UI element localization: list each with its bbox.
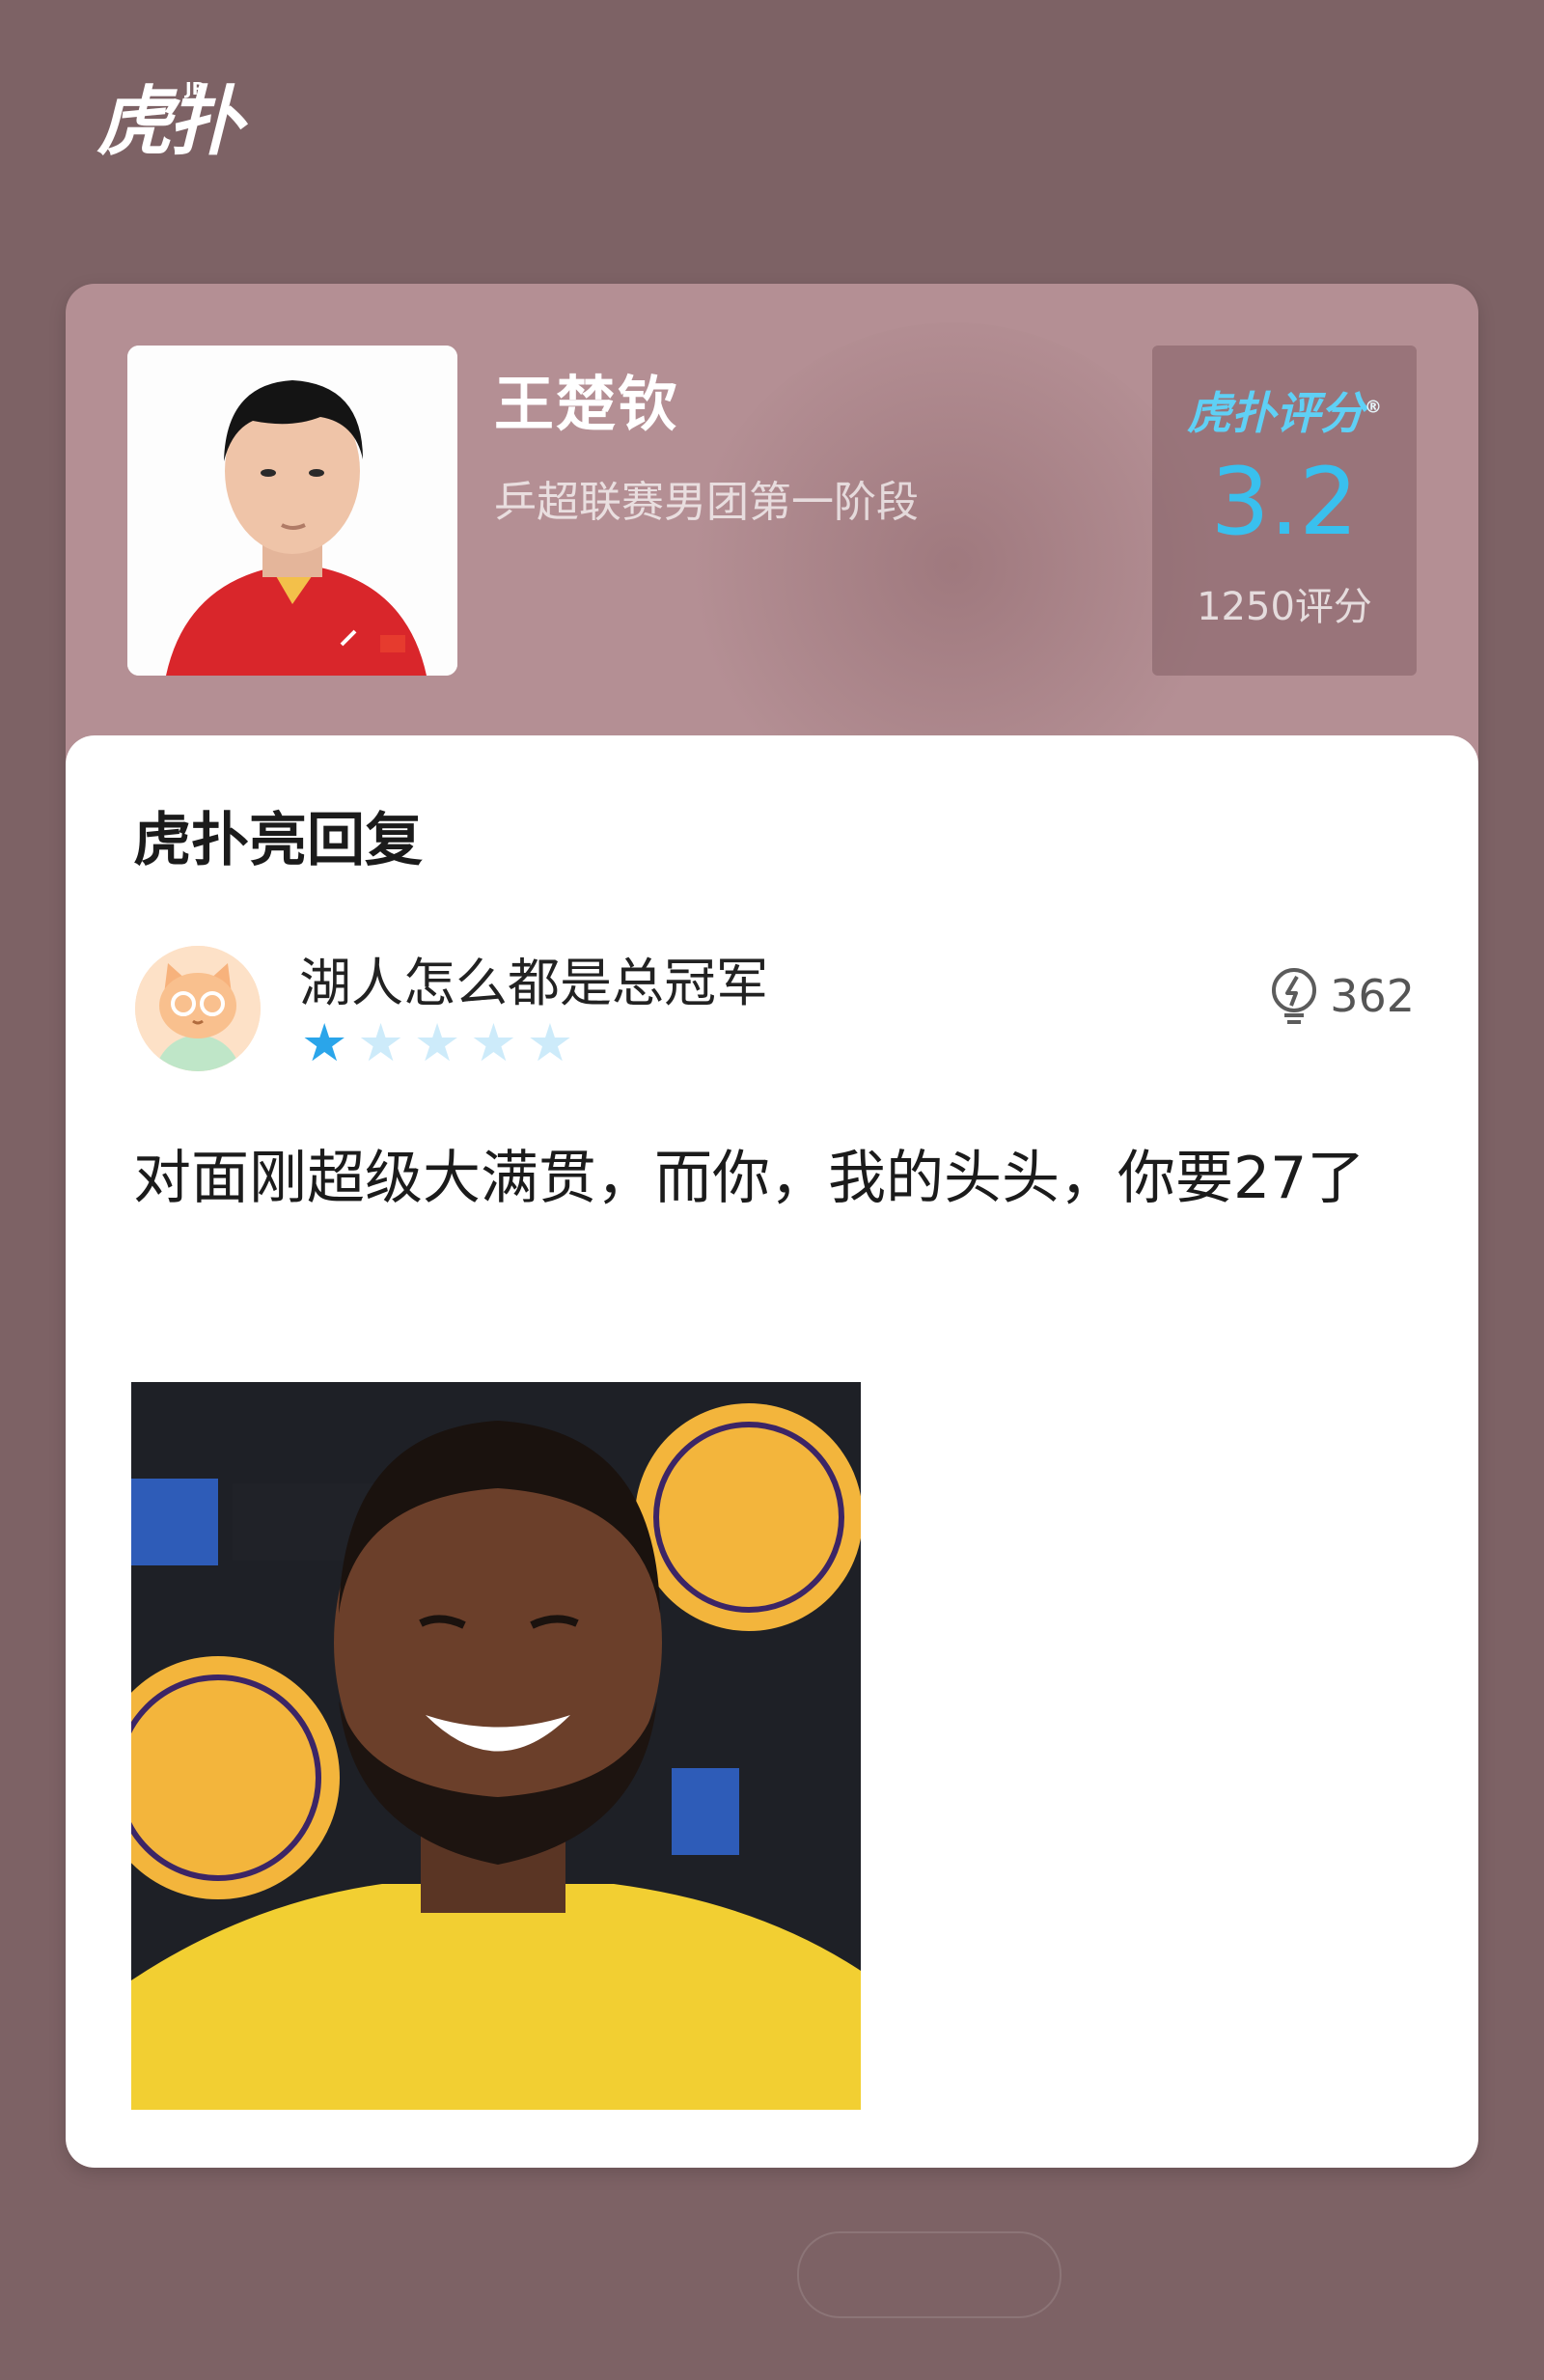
score-value: 3.2 [1210,448,1359,556]
logo-jr-mark: JR [185,79,206,99]
registered-mark: ® [1365,397,1382,418]
section-title: 虎扑亮回复 [133,807,423,874]
hupu-score-brand: 虎扑评分® [1152,378,1417,442]
rating-stars: ★ ★ ★ ★ ★ [301,1017,573,1069]
user-avatar[interactable] [135,946,261,1071]
footer-pill-button[interactable] [797,2231,1062,2318]
score-brand-label: 虎扑评分 [1187,387,1365,439]
like-count: 362 [1330,970,1415,1022]
cat-avatar-icon [135,946,261,1071]
lightbulb-icon [1272,968,1317,1024]
star-icon-empty: ★ [526,1012,574,1073]
reply-image[interactable] [131,1382,861,2110]
star-icon-empty: ★ [470,1012,517,1073]
score-count: 1250评分 [1197,585,1372,629]
player-name: 王楚钦 [494,369,680,439]
star-icon-empty: ★ [413,1012,461,1073]
event-name: 乒超联赛男团第一阶段 [494,478,919,527]
star-icon-filled: ★ [301,1012,348,1073]
hupu-logo: 虎扑 JR [96,81,243,161]
username[interactable]: 湖人怎么都是总冠军 [299,940,768,1016]
logo-text: 虎扑 [96,79,243,166]
reply-text: 对面刚超级大满贯，而你，我的头头，你要27了 [133,1145,1365,1212]
reply-panel: 虎扑亮回复 湖人怎么都是总冠军 ★ ★ ★ ★ ★ 362 对面刚超级大满贯，而… [66,735,1478,2168]
star-icon-empty: ★ [357,1012,404,1073]
player-portrait-image [127,346,457,676]
score-box: 虎扑评分® 3.2 1250评分 [1152,346,1417,676]
like-button[interactable]: 362 [1268,967,1415,1025]
player-photo [127,346,457,676]
laughing-player-image [131,1382,861,2110]
rating-card: 王楚钦 乒超联赛男团第一阶段 虎扑评分® 3.2 1250评分 虎扑亮回复 湖人… [66,284,1478,2168]
